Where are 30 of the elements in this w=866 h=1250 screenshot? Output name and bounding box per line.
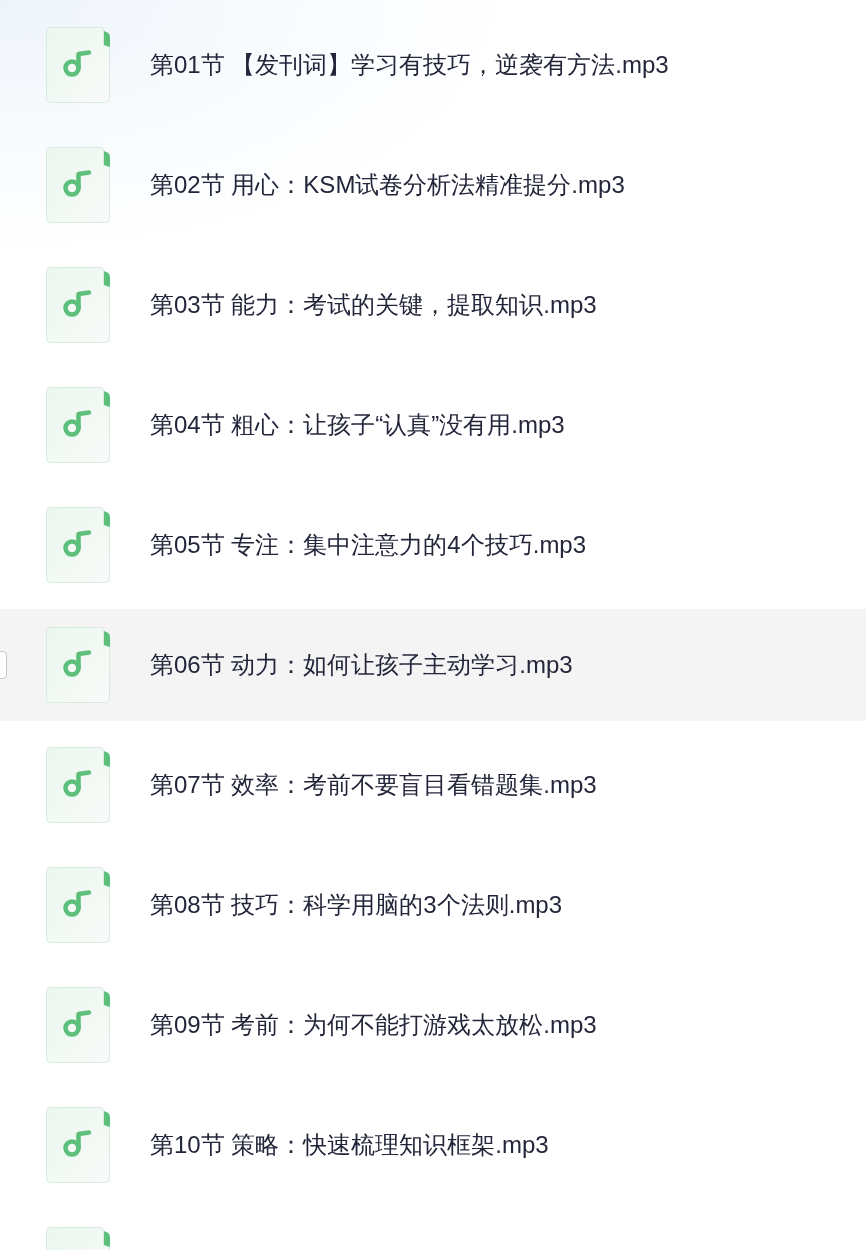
music-file-icon (46, 867, 110, 943)
music-file-icon (46, 267, 110, 343)
file-row[interactable]: 第10节 策略：快速梳理知识框架.mp3 (0, 1089, 866, 1201)
music-file-icon (46, 747, 110, 823)
music-file-icon (46, 387, 110, 463)
file-name[interactable]: 第04节 粗心：让孩子“认真”没有用.mp3 (150, 410, 565, 440)
music-file-icon (46, 627, 110, 703)
file-row[interactable]: 第06节 动力：如何让孩子主动学习.mp3 (0, 609, 866, 721)
file-name[interactable]: 第08节 技巧：科学用脑的3个法则.mp3 (150, 890, 563, 920)
music-file-icon (46, 147, 110, 223)
file-name[interactable]: 第10节 策略：快速梳理知识框架.mp3 (150, 1130, 549, 1160)
file-name[interactable]: 第09节 考前：为何不能打游戏太放松.mp3 (150, 1010, 597, 1040)
file-name[interactable]: 第07节 效率：考前不要盲目看错题集.mp3 (150, 770, 597, 800)
file-row[interactable]: 第07节 效率：考前不要盲目看错题集.mp3 (0, 729, 866, 841)
file-name[interactable]: 第01节 【发刊词】学习有技巧，逆袭有方法.mp3 (150, 50, 669, 80)
music-file-icon (46, 1107, 110, 1183)
file-name[interactable]: 第03节 能力：考试的关键，提取知识.mp3 (150, 290, 597, 320)
file-row[interactable]: 第05节 专注：集中注意力的4个技巧.mp3 (0, 489, 866, 601)
file-row[interactable]: 第09节 考前：为何不能打游戏太放松.mp3 (0, 969, 866, 1081)
file-row[interactable]: 第08节 技巧：科学用脑的3个法则.mp3 (0, 849, 866, 961)
file-name[interactable]: 第06节 动力：如何让孩子主动学习.mp3 (150, 650, 573, 680)
music-file-icon (46, 987, 110, 1063)
music-file-icon (46, 27, 110, 103)
file-row[interactable]: 第01节 【发刊词】学习有技巧，逆袭有方法.mp3 (0, 9, 866, 121)
file-name[interactable]: 第05节 专注：集中注意力的4个技巧.mp3 (150, 530, 587, 560)
file-row[interactable]: 第03节 能力：考试的关键，提取知识.mp3 (0, 249, 866, 361)
file-name[interactable]: 第02节 用心：KSM试卷分析法精准提分.mp3 (150, 170, 625, 200)
music-file-icon (46, 507, 110, 583)
file-row[interactable]: 第02节 用心：KSM试卷分析法精准提分.mp3 (0, 129, 866, 241)
file-row[interactable]: 第04节 粗心：让孩子“认真”没有用.mp3 (0, 369, 866, 481)
